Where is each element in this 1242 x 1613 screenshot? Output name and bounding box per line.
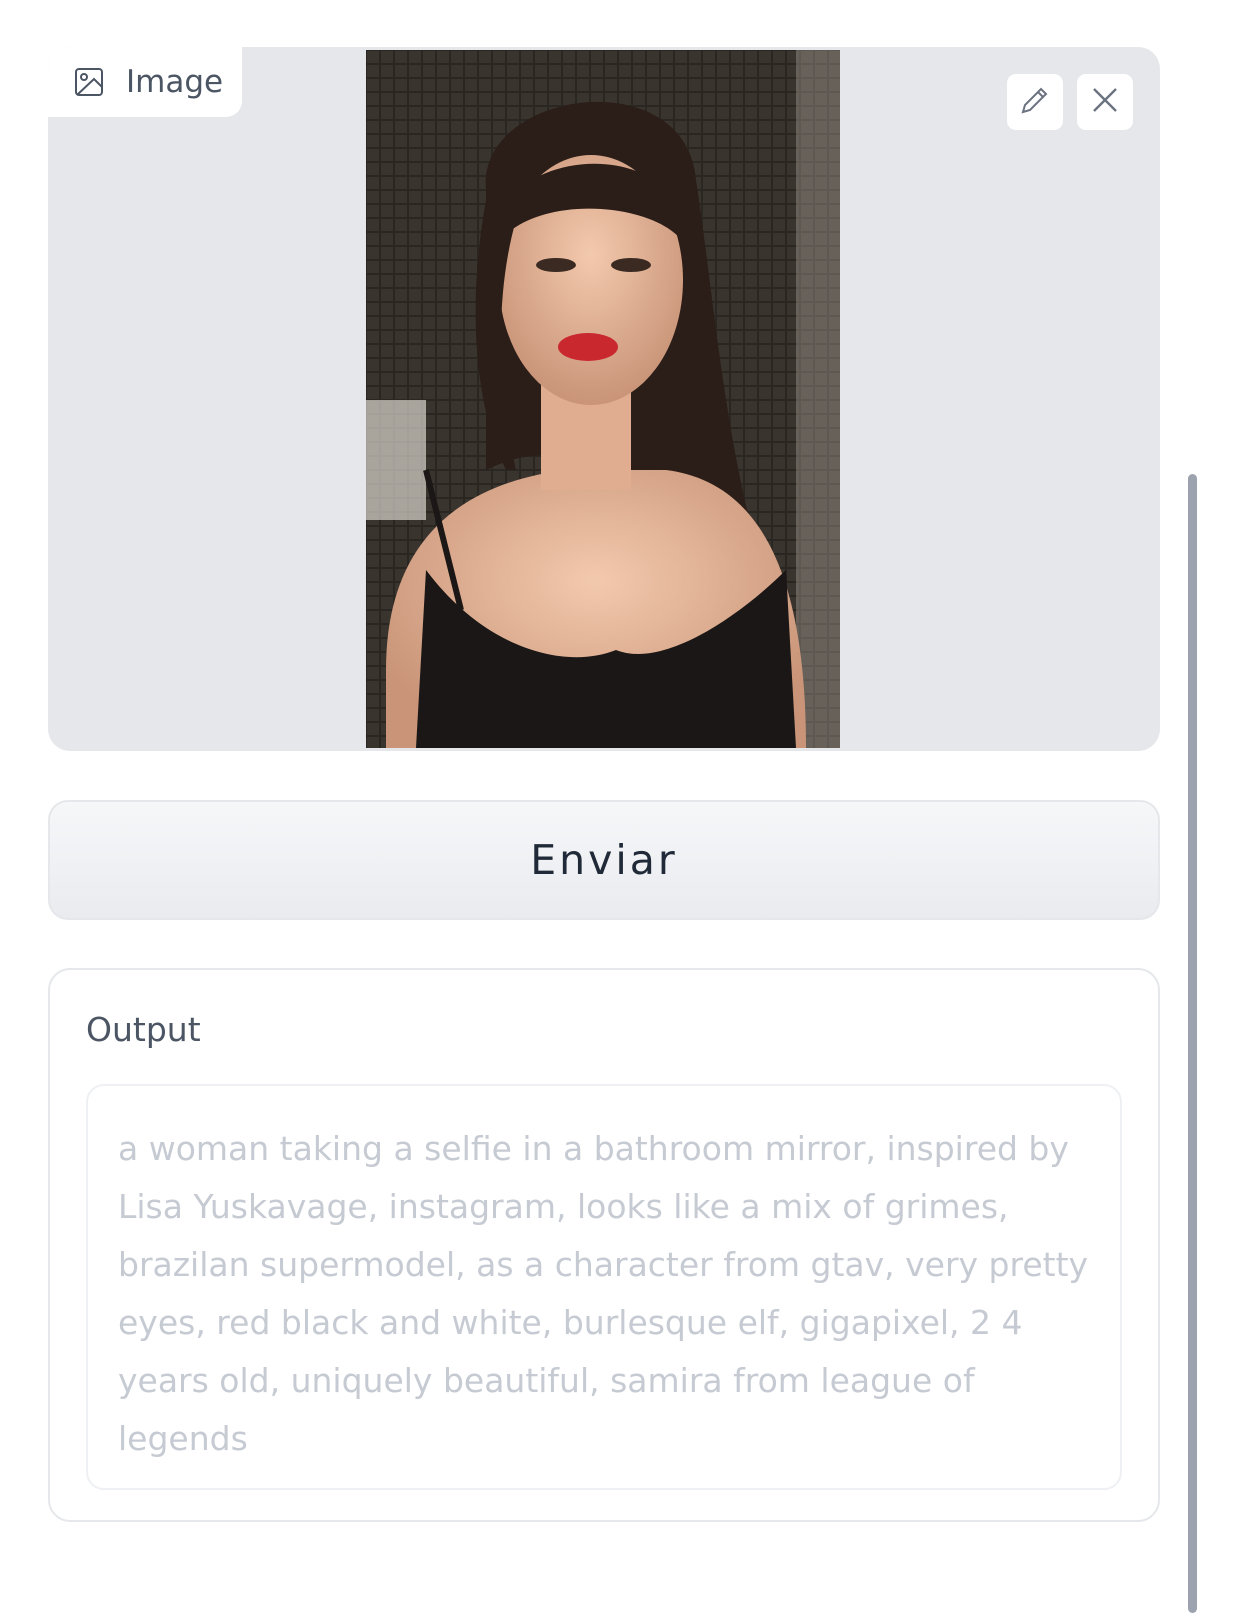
- output-panel: Output a woman taking a selfie in a bath…: [48, 968, 1160, 1522]
- output-label: Output: [86, 1010, 201, 1049]
- app-page: Image Enviar Output a woman taking a sel…: [0, 0, 1242, 1613]
- pencil-icon: [1019, 84, 1051, 120]
- image-label-tag: Image: [48, 47, 244, 119]
- send-button[interactable]: Enviar: [48, 800, 1160, 920]
- uploaded-photo: [366, 50, 840, 748]
- clear-button[interactable]: [1076, 73, 1134, 131]
- close-icon: [1090, 85, 1120, 119]
- output-textbox[interactable]: a woman taking a selfie in a bathroom mi…: [86, 1084, 1122, 1490]
- image-icon: [74, 67, 104, 97]
- image-input[interactable]: Image: [48, 47, 1160, 751]
- page-scrollbar[interactable]: [1188, 474, 1197, 1613]
- image-label: Image: [126, 64, 224, 100]
- edit-button[interactable]: [1006, 73, 1064, 131]
